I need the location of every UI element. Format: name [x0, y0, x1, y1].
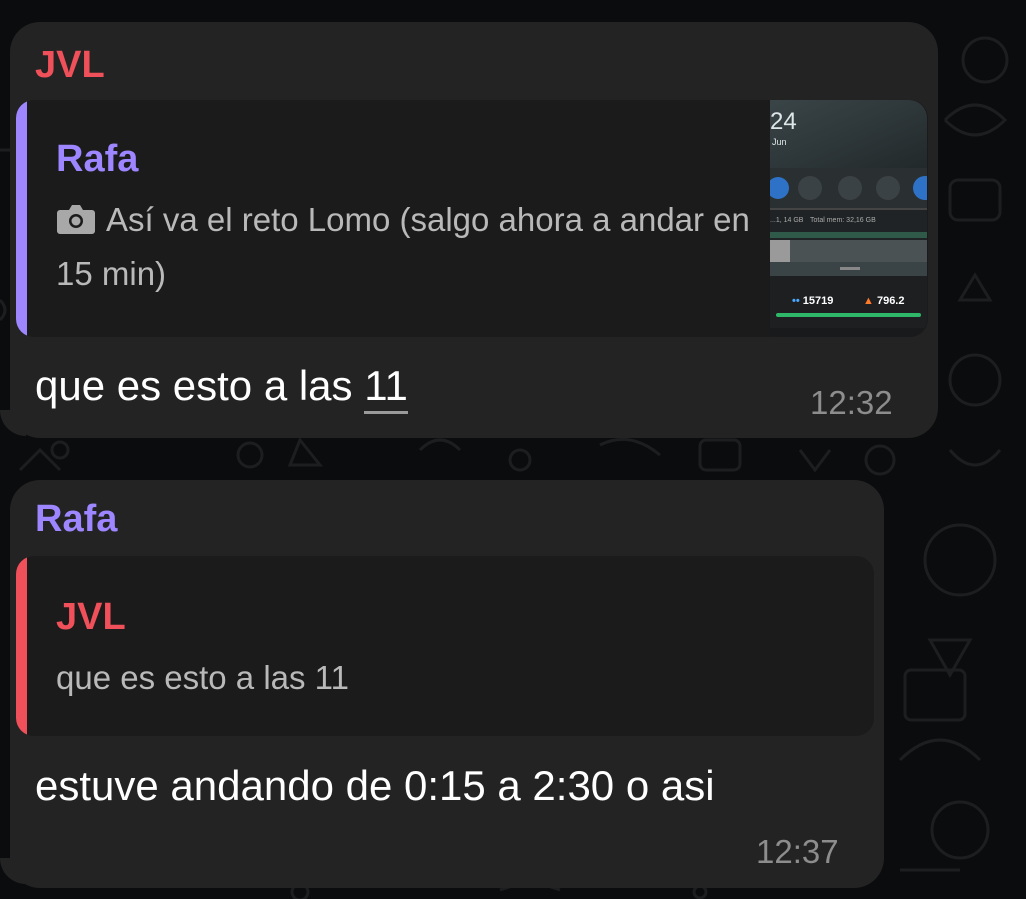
- reply-quote[interactable]: JVL que es esto a las 11: [16, 556, 874, 736]
- thumbnail-date: Jun: [772, 137, 787, 147]
- photo-thumbnail[interactable]: 24 Jun ...1, 14 GB Total mem: 32,16 GB •…: [770, 100, 927, 337]
- calories-value: 796.2: [876, 295, 905, 307]
- quote-accent-bar: [16, 100, 27, 337]
- message-text[interactable]: estuve andando de 0:15 a 2:30 o asi: [35, 762, 715, 810]
- message-text-content: que es esto a las: [35, 362, 353, 409]
- footsteps-icon: ••: [792, 295, 800, 307]
- camera-icon: [57, 205, 95, 234]
- thumbnail-steps: •• 15719: [792, 295, 833, 307]
- thumbnail-clock: 24: [770, 108, 797, 135]
- message-bubble[interactable]: Rafa JVL que es esto a las 11 estuve and…: [10, 480, 884, 888]
- time-link[interactable]: 11: [364, 362, 408, 414]
- sender-name[interactable]: JVL: [35, 44, 105, 87]
- quote-sender-name: Rafa: [56, 138, 139, 180]
- thumbnail-storage-1: ...1, 14 GB: [770, 217, 804, 224]
- message-text[interactable]: que es esto a las 11: [35, 362, 408, 414]
- flame-icon: ▲: [863, 295, 874, 307]
- sender-name[interactable]: Rafa: [35, 498, 117, 541]
- steps-value: 15719: [802, 295, 834, 307]
- quote-text: Así va el reto Lomo (salgo ahora a andar…: [56, 193, 756, 301]
- quote-text-content: Así va el reto Lomo (salgo ahora a andar…: [56, 201, 750, 292]
- thumbnail-calories: ▲ 796.2: [863, 295, 904, 307]
- message-timestamp: 12:37: [756, 833, 839, 870]
- message-bubble[interactable]: JVL Rafa Así va el reto Lomo (salgo ahor…: [10, 22, 938, 438]
- message-timestamp: 12:32: [810, 384, 893, 421]
- quote-accent-bar: [16, 556, 27, 736]
- quote-sender-name: JVL: [56, 596, 126, 638]
- quote-text: que es esto a las 11: [56, 659, 349, 696]
- thumbnail-storage-2: Total mem: 32,16 GB: [810, 217, 876, 224]
- reply-quote[interactable]: Rafa Así va el reto Lomo (salgo ahora a …: [16, 100, 928, 337]
